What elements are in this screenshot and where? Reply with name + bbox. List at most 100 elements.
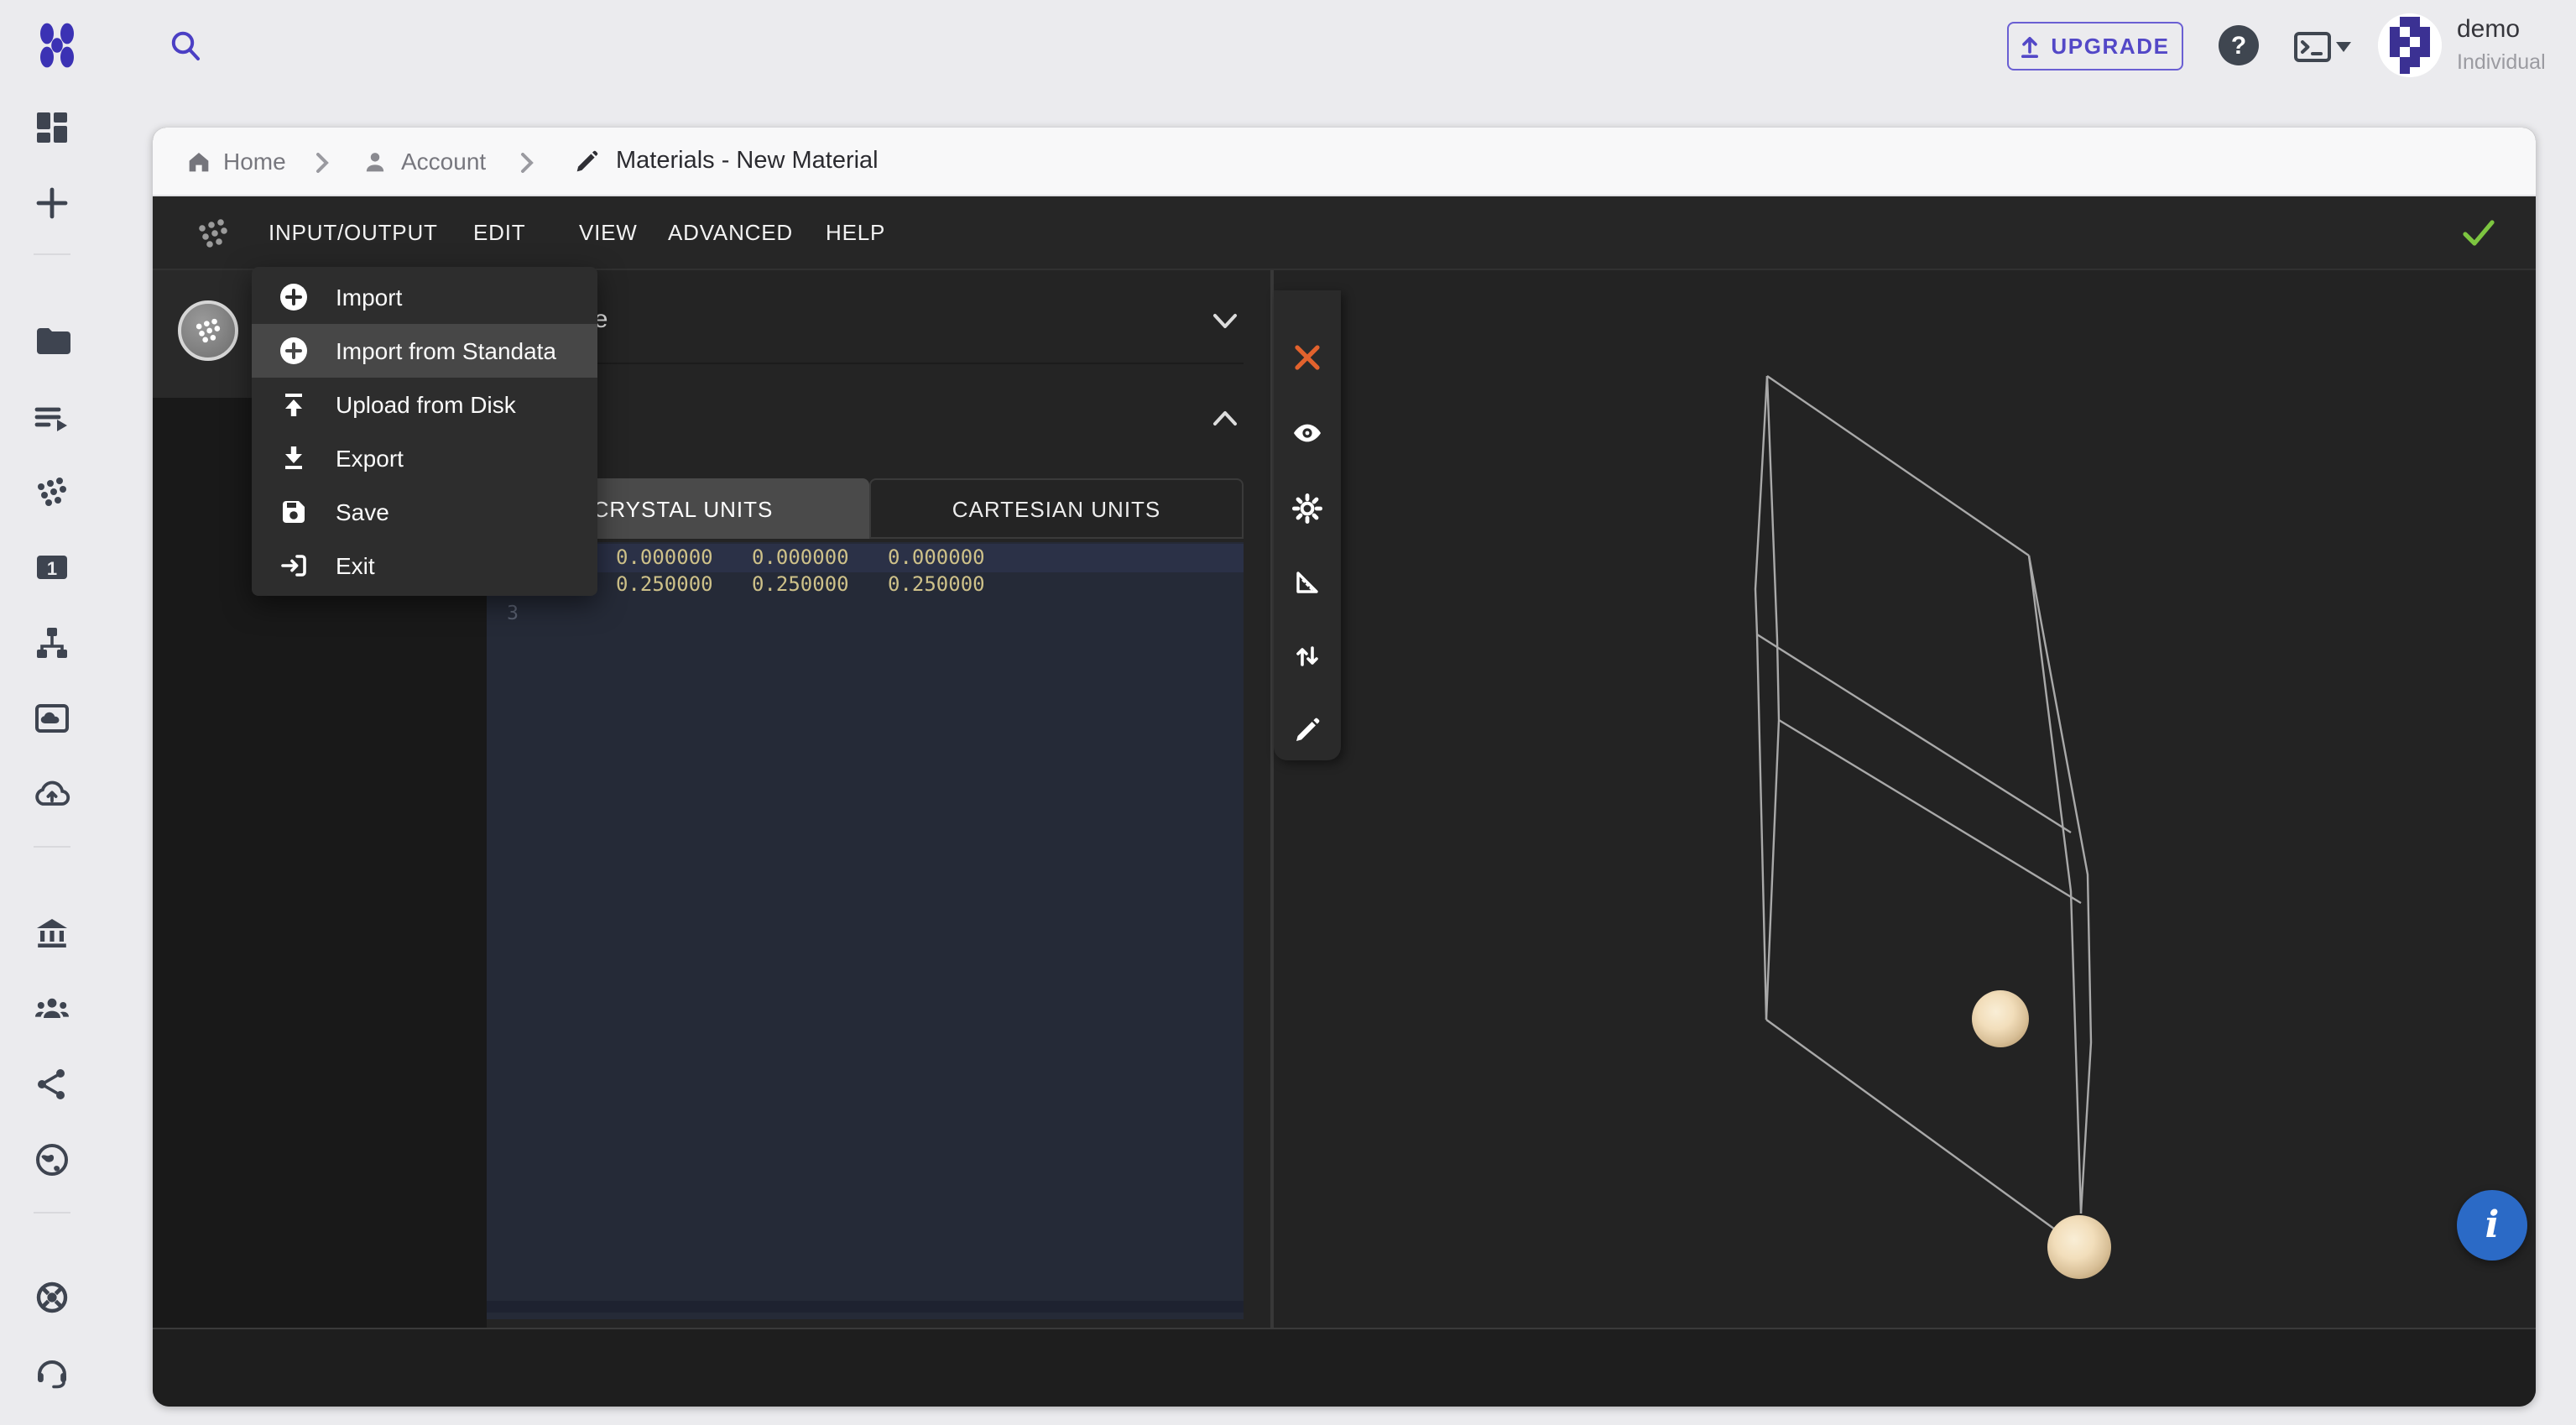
sidebar-item-card-1[interactable]: 1 bbox=[32, 547, 72, 587]
chevron-right-icon bbox=[315, 153, 329, 173]
home-icon[interactable] bbox=[185, 148, 213, 176]
menu-help[interactable]: HELP bbox=[826, 196, 885, 269]
menu-item-import[interactable]: Import bbox=[252, 270, 597, 324]
sidebar-item-organization-bank[interactable] bbox=[32, 913, 72, 953]
console-menu-button[interactable] bbox=[2294, 32, 2334, 64]
coord-value: 0.000000 bbox=[752, 544, 849, 572]
sidebar-divider bbox=[34, 253, 70, 255]
eye-visibility-icon[interactable] bbox=[1292, 418, 1322, 448]
menu-edit[interactable]: EDIT bbox=[473, 196, 525, 269]
coord-value: 0.000000 bbox=[888, 544, 985, 572]
app: UPGRADE ? demo bbox=[0, 0, 2576, 1425]
menu-item-exit[interactable]: Exit bbox=[252, 539, 597, 592]
upgrade-button[interactable]: UPGRADE bbox=[2007, 22, 2183, 70]
menu-advanced[interactable]: ADVANCED bbox=[668, 196, 793, 269]
sidebar-item-projects-folder[interactable] bbox=[32, 321, 72, 361]
upload-icon bbox=[279, 389, 309, 420]
pencil-icon bbox=[572, 148, 601, 176]
menu-input-output[interactable]: INPUT/OUTPUT bbox=[269, 196, 438, 269]
avatar-identicon bbox=[2378, 13, 2442, 77]
svg-text:1: 1 bbox=[47, 558, 57, 579]
breadcrumb: Home Account Materials - New Material bbox=[153, 128, 2536, 196]
user-plan: Individual bbox=[2457, 50, 2546, 74]
sidebar-divider bbox=[34, 1212, 70, 1214]
editor-row[interactable]: 0.000000 0.000000 0.000000 bbox=[487, 544, 1244, 572]
menu-item-upload-from-disk[interactable]: Upload from Disk bbox=[252, 378, 597, 431]
coord-value: 0.000000 bbox=[616, 544, 713, 572]
info-button[interactable]: i bbox=[2457, 1190, 2527, 1261]
sidebar-item-team-people[interactable] bbox=[32, 989, 72, 1029]
sidebar-item-media[interactable] bbox=[32, 698, 72, 739]
editor-line-number: 3 bbox=[487, 599, 519, 628]
gear-settings-icon[interactable] bbox=[1292, 493, 1322, 524]
help-question-mark: ? bbox=[2231, 31, 2246, 60]
search-icon[interactable] bbox=[168, 29, 203, 64]
add-circle-icon bbox=[279, 336, 309, 366]
close-icon[interactable] bbox=[1292, 342, 1322, 373]
topbar: UPGRADE ? demo bbox=[0, 0, 2576, 94]
help-button[interactable]: ? bbox=[2219, 25, 2259, 65]
saved-check-icon bbox=[2462, 218, 2495, 247]
input-output-dropdown: Import Import from Standata Upload from … bbox=[252, 267, 597, 596]
menu-item-label: Save bbox=[336, 498, 389, 525]
sidebar-item-add[interactable] bbox=[32, 183, 72, 223]
menu-view[interactable]: VIEW bbox=[579, 196, 638, 269]
panel-viewer-divider bbox=[1270, 270, 1272, 1329]
download-icon bbox=[279, 443, 309, 473]
tab-crystal-units-label: CRYSTAL UNITS bbox=[593, 496, 774, 521]
ruler-measure-icon[interactable] bbox=[1292, 567, 1322, 598]
upgrade-label: UPGRADE bbox=[2051, 34, 2169, 59]
pencil-edit-icon[interactable] bbox=[1292, 715, 1322, 745]
menu-item-label: Upload from Disk bbox=[336, 391, 516, 418]
user-name[interactable]: demo bbox=[2457, 15, 2520, 44]
sidebar-item-helm-wheel[interactable] bbox=[32, 1277, 72, 1318]
sidebar-item-workflows-tree[interactable] bbox=[32, 623, 72, 663]
chevron-up-icon[interactable] bbox=[1212, 408, 1238, 428]
menu-item-label: Export bbox=[336, 445, 404, 472]
sidebar-item-jobs-list[interactable] bbox=[32, 398, 72, 438]
save-floppy-icon bbox=[279, 497, 309, 527]
sidebar-item-globe[interactable] bbox=[32, 1140, 72, 1180]
tab-cartesian-units-label: CARTESIAN UNITS bbox=[952, 496, 1161, 521]
atom-sphere[interactable] bbox=[1972, 990, 2029, 1047]
menu-item-import-from-standata[interactable]: Import from Standata bbox=[252, 324, 597, 378]
coord-value: 0.250000 bbox=[888, 571, 985, 599]
sidebar-item-materials[interactable] bbox=[32, 472, 72, 512]
coord-value: 0.250000 bbox=[616, 571, 713, 599]
material-avatar[interactable] bbox=[178, 300, 238, 361]
user-avatar[interactable] bbox=[2378, 13, 2442, 77]
breadcrumb-current: Materials - New Material bbox=[616, 128, 879, 196]
exit-to-app-icon bbox=[279, 551, 309, 581]
sidebar-item-cloud-upload[interactable] bbox=[32, 774, 72, 814]
crystal-wireframe bbox=[1274, 270, 2536, 1329]
chevron-down-icon[interactable] bbox=[1212, 311, 1238, 331]
brand-logo[interactable] bbox=[35, 22, 79, 69]
menu-item-label: Import from Standata bbox=[336, 337, 556, 364]
sidebar-item-share[interactable] bbox=[32, 1064, 72, 1104]
material-dots-icon bbox=[191, 314, 225, 347]
sidebar-item-support-headset[interactable] bbox=[32, 1353, 72, 1393]
designer-menubar: INPUT/OUTPUT EDIT VIEW ADVANCED HELP bbox=[153, 196, 2536, 269]
breadcrumb-account[interactable]: Account bbox=[401, 128, 486, 196]
info-i-glyph: i bbox=[2485, 1203, 2500, 1247]
sidebar-item-dashboard[interactable] bbox=[32, 107, 72, 148]
chevron-right-icon bbox=[520, 153, 534, 173]
swap-vertical-icon[interactable] bbox=[1292, 641, 1322, 671]
menu-item-label: Import bbox=[336, 284, 402, 311]
atom-sphere[interactable] bbox=[2047, 1215, 2111, 1279]
menu-item-export[interactable]: Export bbox=[252, 431, 597, 485]
editor-row[interactable]: 0.250000 0.250000 0.250000 bbox=[487, 571, 1244, 599]
sidebar-divider bbox=[34, 846, 70, 848]
menu-item-save[interactable]: Save bbox=[252, 485, 597, 539]
breadcrumb-home[interactable]: Home bbox=[223, 128, 286, 196]
designer-dots-icon bbox=[193, 213, 233, 253]
tab-cartesian-units[interactable]: CARTESIAN UNITS bbox=[869, 478, 1244, 539]
basis-coordinates-editor[interactable]: 0.000000 0.000000 0.000000 0.250000 0.25… bbox=[487, 542, 1244, 1319]
menu-item-label: Exit bbox=[336, 552, 375, 579]
three-d-viewer[interactable]: i bbox=[1272, 270, 2536, 1329]
coord-value: 0.250000 bbox=[752, 571, 849, 599]
editor-scrollbar-track[interactable] bbox=[487, 1301, 1244, 1313]
console-dropdown-caret-icon[interactable] bbox=[2336, 42, 2351, 52]
upload-arrow-icon bbox=[2021, 34, 2039, 58]
person-icon bbox=[361, 148, 389, 176]
